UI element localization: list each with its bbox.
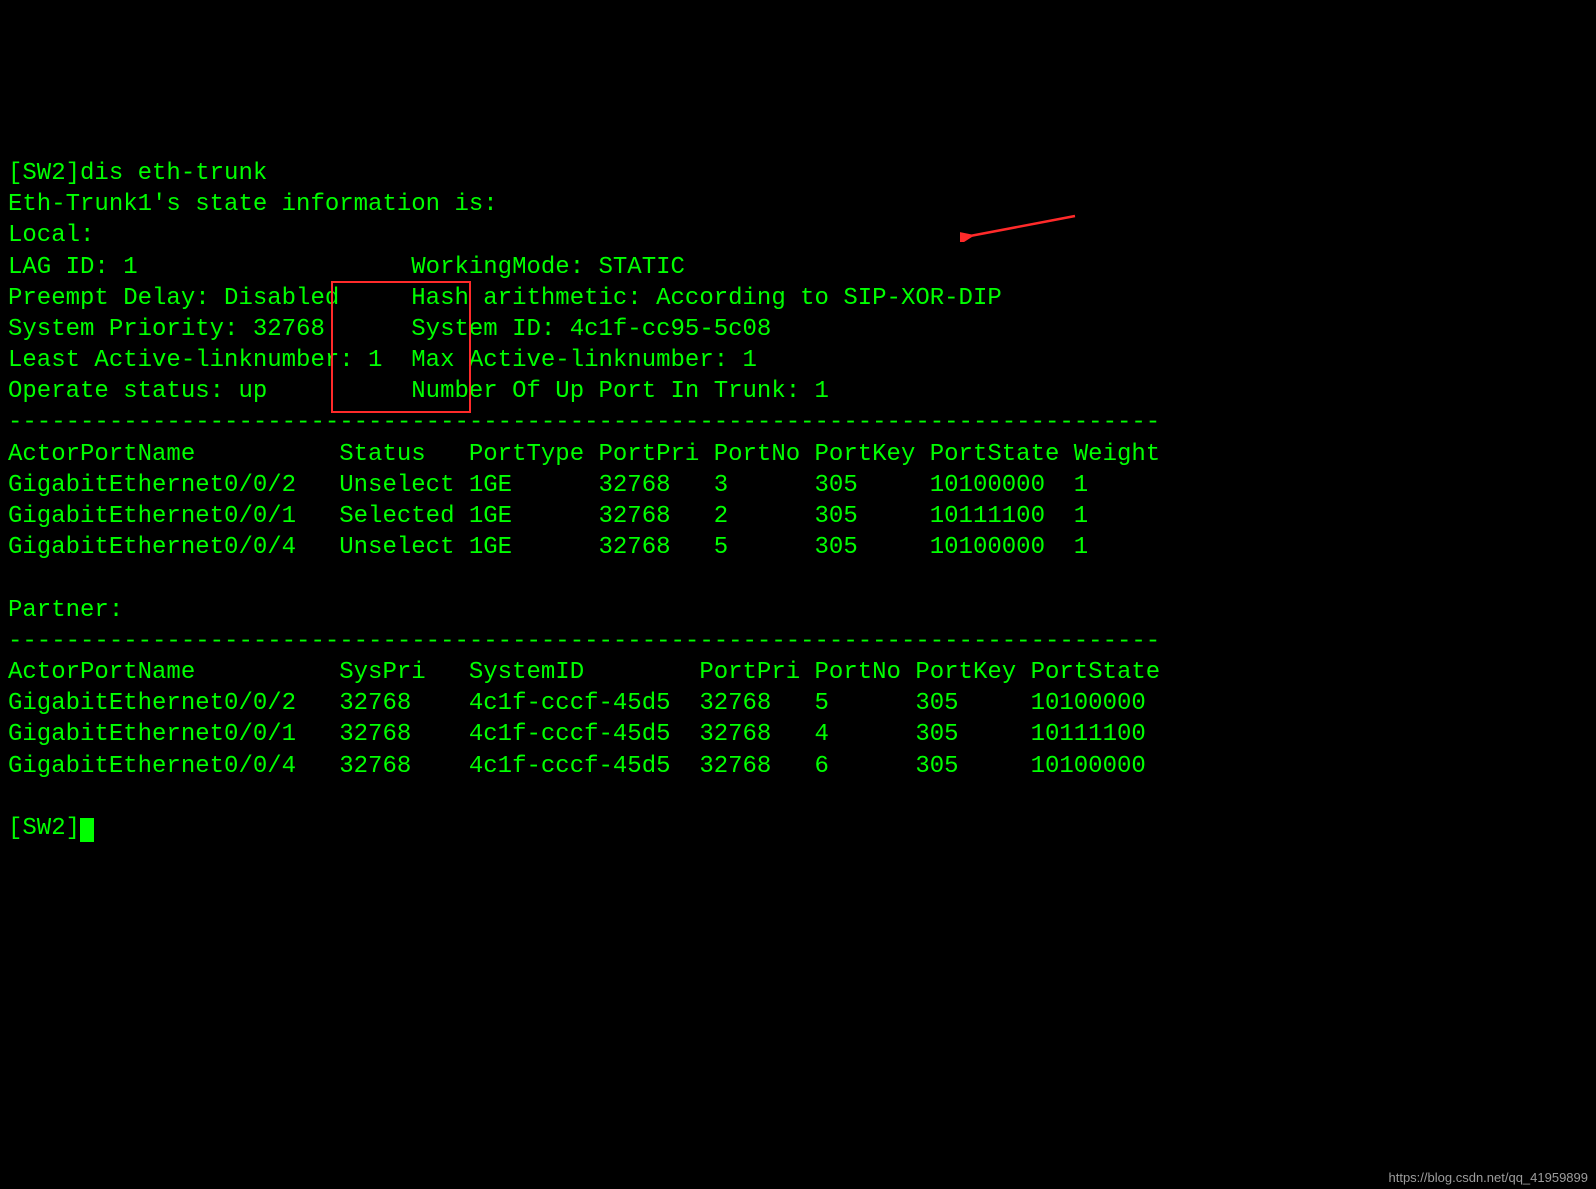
partner-label: Partner:	[8, 597, 123, 624]
local-table-header: ActorPortName Status PortType PortPri Po…	[8, 441, 1160, 468]
table-row: GigabitEthernet0/0/4 Unselect 1GE 32768 …	[8, 534, 1088, 561]
table-row: GigabitEthernet0/0/1 Selected 1GE 32768 …	[8, 503, 1088, 530]
watermark-text: https://blog.csdn.net/qq_41959899	[1389, 1170, 1589, 1187]
divider: ----------------------------------------…	[8, 409, 1160, 436]
header-line: Eth-Trunk1's state information is:	[8, 191, 498, 218]
prompt-line: [SW2]	[8, 815, 80, 842]
partner-table-header: ActorPortName SysPri SystemID PortPri Po…	[8, 659, 1160, 686]
info-row: LAG ID: 1 WorkingMode: STATIC	[8, 254, 685, 281]
prompt-line: [SW2]dis eth-trunk	[8, 160, 267, 187]
table-row: GigabitEthernet0/0/2 Unselect 1GE 32768 …	[8, 472, 1088, 499]
cursor-icon	[80, 818, 94, 842]
info-row: Operate status: up Number Of Up Port In …	[8, 378, 829, 405]
info-row: System Priority: 32768 System ID: 4c1f-c…	[8, 316, 771, 343]
divider: ----------------------------------------…	[8, 628, 1160, 655]
info-row: Least Active-linknumber: 1 Max Active-li…	[8, 347, 757, 374]
table-row: GigabitEthernet0/0/2 32768 4c1f-cccf-45d…	[8, 690, 1146, 717]
info-row: Preempt Delay: Disabled Hash arithmetic:…	[8, 285, 1002, 312]
table-row: GigabitEthernet0/0/4 32768 4c1f-cccf-45d…	[8, 753, 1146, 780]
table-row: GigabitEthernet0/0/1 32768 4c1f-cccf-45d…	[8, 721, 1146, 748]
terminal-output[interactable]: [SW2]dis eth-trunk Eth-Trunk1's state in…	[8, 127, 1588, 844]
local-label: Local:	[8, 222, 94, 249]
